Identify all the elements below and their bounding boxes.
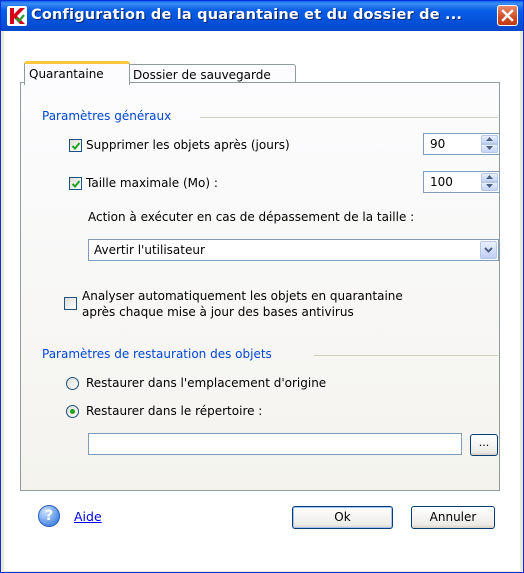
arrow-up-icon [486, 137, 493, 141]
kaspersky-logo-icon [7, 6, 27, 26]
delete-after-checkbox[interactable] [69, 139, 82, 152]
ok-button[interactable]: Ok [292, 506, 393, 529]
arrow-up-icon [486, 175, 493, 179]
action-label: Action à exécuter en cas de dépassement … [88, 210, 415, 224]
help-icon[interactable]: ? [38, 505, 60, 527]
title-bar[interactable]: Configuration de la quarantaine et du do… [1, 1, 523, 31]
restore-path-input[interactable] [88, 433, 462, 455]
max-size-checkbox[interactable] [69, 177, 82, 190]
chevron-down-icon [484, 247, 493, 253]
auto-scan-label-line2: après chaque mise à jour des bases antiv… [82, 305, 354, 319]
check-mark-icon [71, 142, 81, 150]
restore-directory-label: Restaurer dans le répertoire : [86, 404, 263, 418]
browse-button[interactable]: ... [470, 434, 498, 456]
cancel-button[interactable]: Annuler [411, 506, 495, 529]
days-value: 90 [430, 137, 446, 151]
ok-label: Ok [334, 510, 351, 524]
arrow-down-icon [486, 146, 493, 150]
tab-label: Dossier de sauvegarde [133, 68, 271, 82]
restore-original-radio[interactable] [66, 377, 79, 390]
arrow-down-icon [486, 184, 493, 188]
radio-selected-dot [70, 409, 75, 414]
spin-up-button[interactable] [481, 135, 498, 144]
restore-original-label: Restaurer dans l'emplacement d'origine [86, 376, 327, 390]
auto-scan-label-line1: Analyser automatiquement les objets en q… [82, 289, 403, 303]
check-mark-icon [71, 180, 81, 188]
days-spinner[interactable]: 90 [423, 133, 500, 155]
restore-settings-title: Paramètres de restauration des objets [42, 347, 272, 361]
cancel-label: Annuler [429, 510, 477, 524]
action-select-value: Avertir l'utilisateur [94, 243, 205, 257]
spin-down-button[interactable] [481, 144, 498, 153]
close-button[interactable] [497, 5, 518, 26]
size-spinner[interactable]: 100 [423, 171, 500, 193]
delete-after-label: Supprimer les objets après (jours) [86, 138, 290, 152]
spin-down-button[interactable] [481, 182, 498, 191]
size-value: 100 [430, 175, 453, 189]
close-icon [501, 9, 514, 22]
restore-directory-radio[interactable] [66, 405, 79, 418]
dropdown-button[interactable] [480, 241, 497, 259]
max-size-label: Taille maximale (Mo) : [86, 176, 218, 190]
group-divider [314, 355, 498, 356]
group-divider [200, 117, 498, 118]
tab-label: Quarantaine [29, 67, 104, 81]
window-title: Configuration de la quarantaine et du do… [31, 7, 463, 23]
help-link[interactable]: Aide [74, 509, 102, 524]
browse-label: ... [478, 436, 490, 449]
auto-scan-checkbox[interactable] [64, 297, 77, 310]
spin-up-button[interactable] [481, 173, 498, 182]
action-select[interactable]: Avertir l'utilisateur [88, 239, 499, 261]
general-settings-title: Paramètres généraux [42, 109, 172, 123]
tab-quarantaine[interactable]: Quarantaine [24, 61, 130, 85]
